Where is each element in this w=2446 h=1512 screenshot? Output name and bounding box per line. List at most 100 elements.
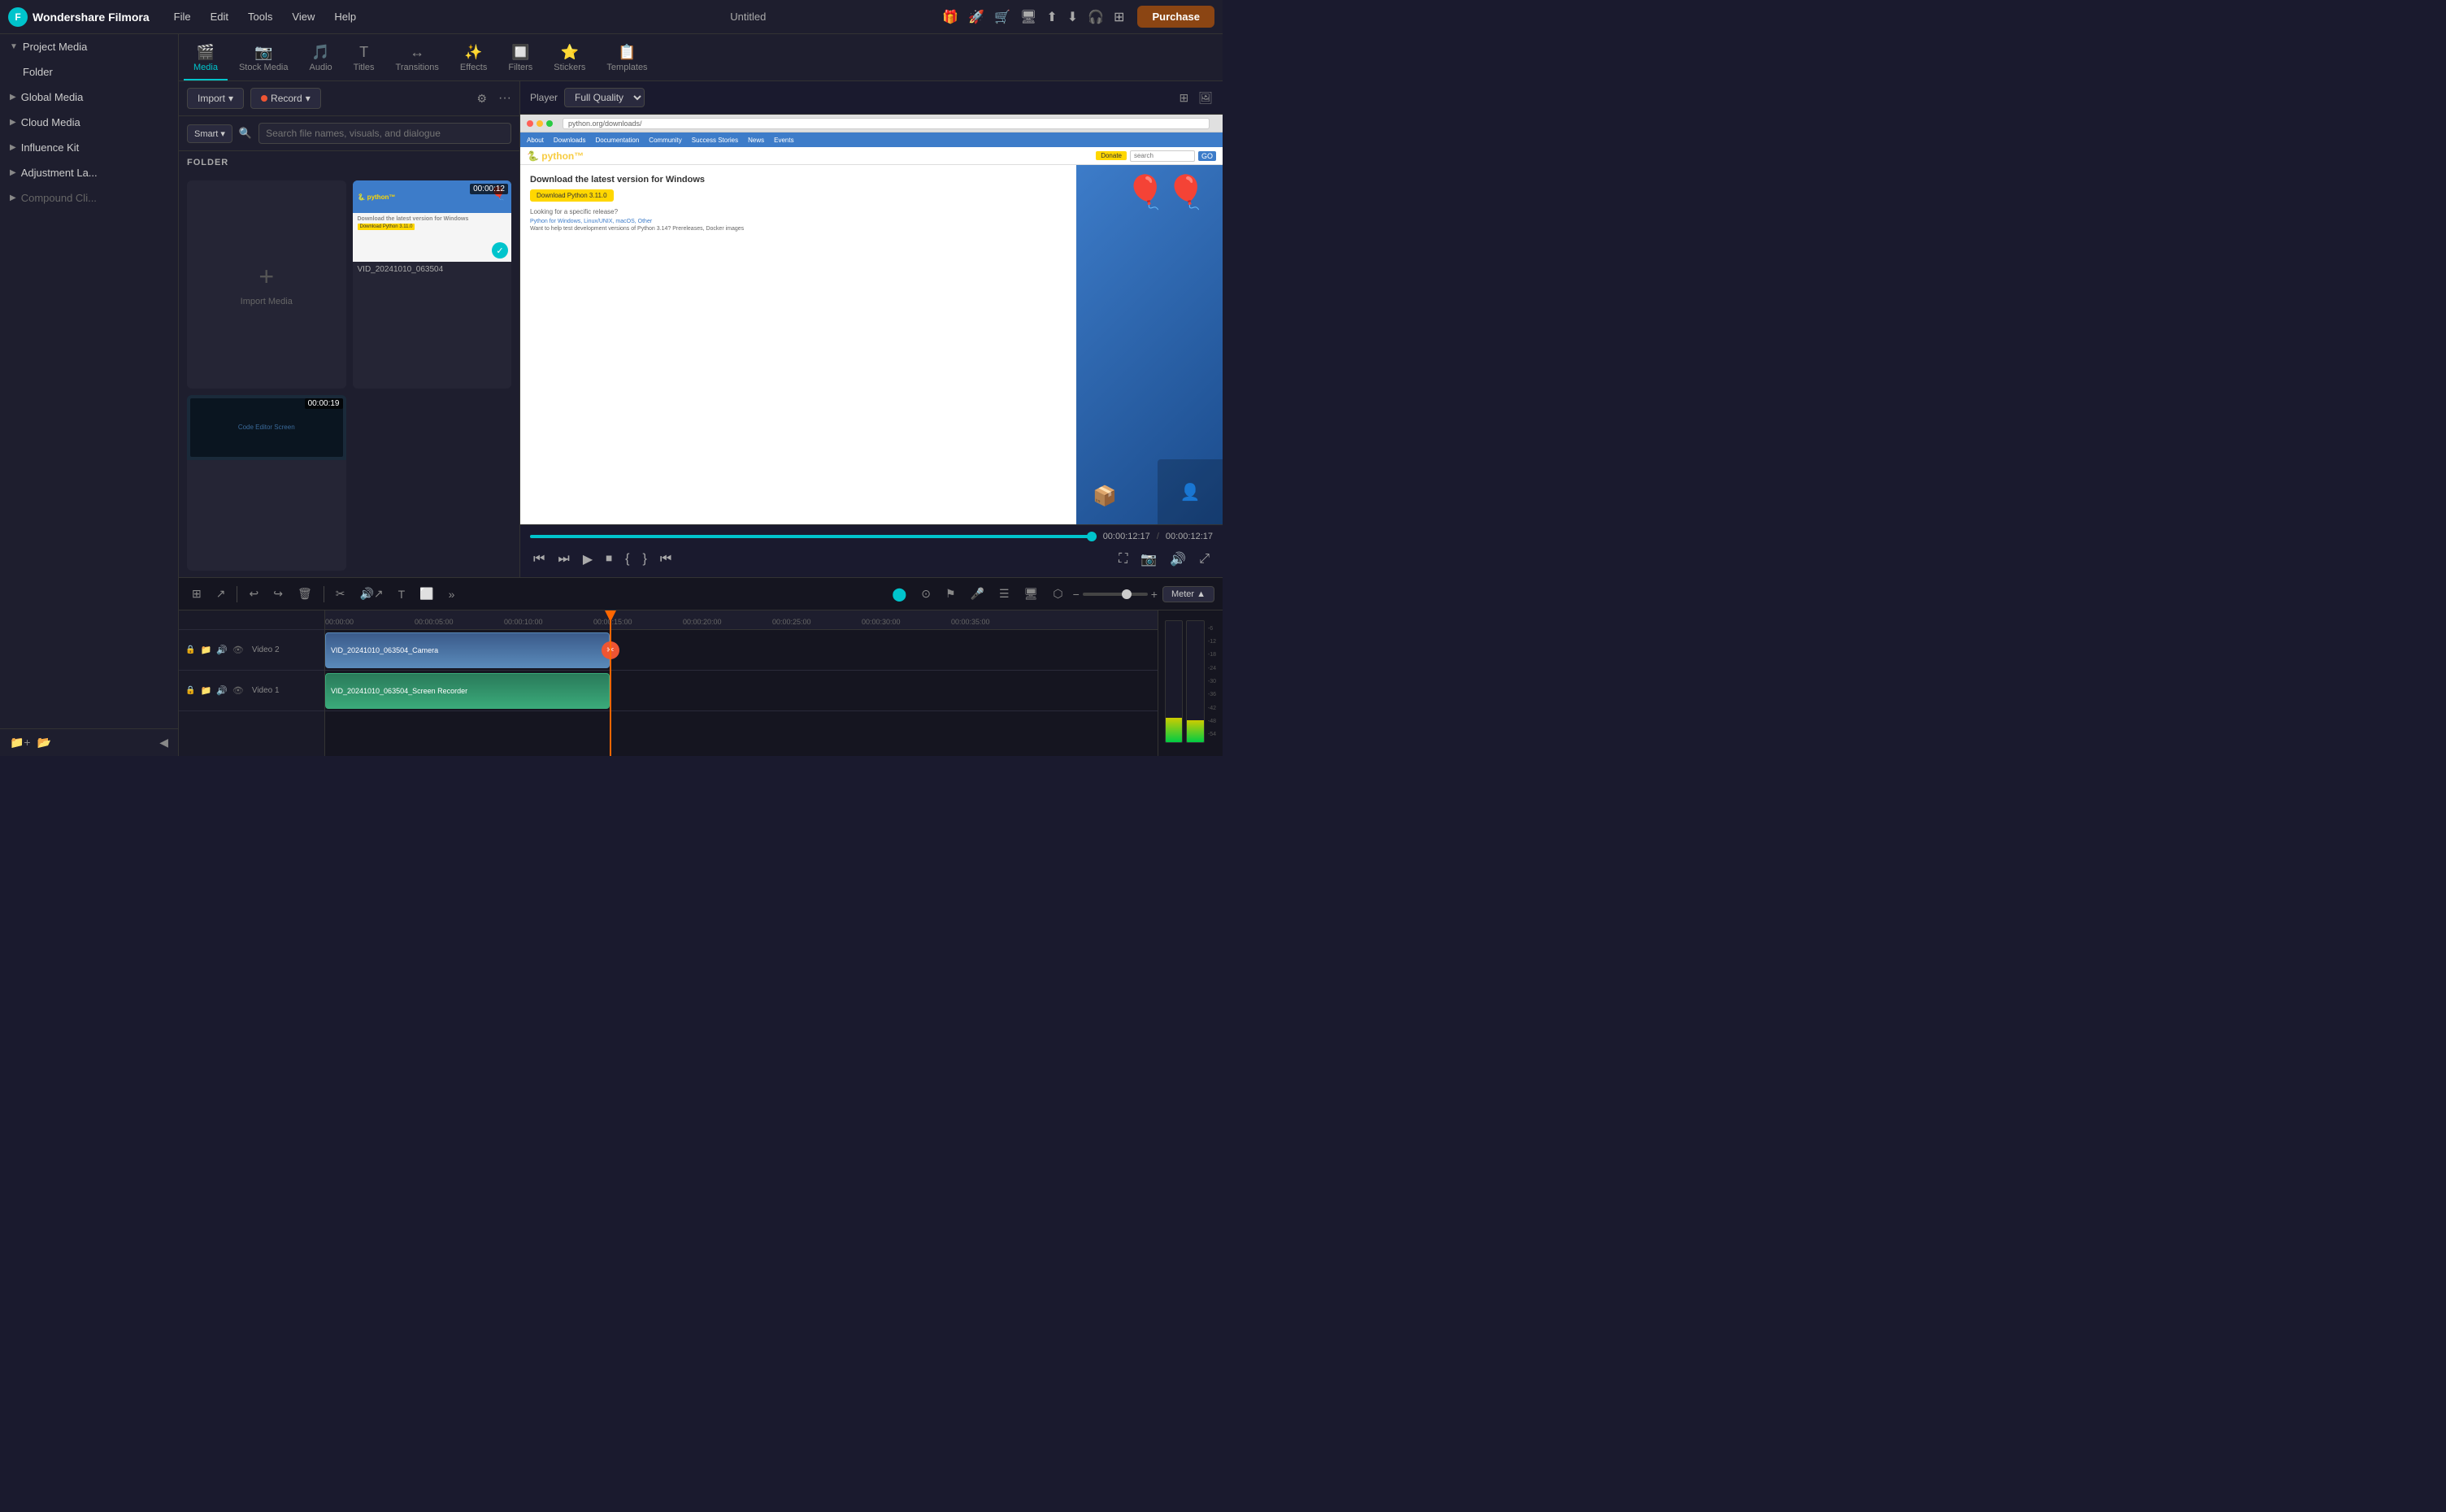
progress-track[interactable] [530, 535, 1097, 538]
tl-magnet-button[interactable]: ↗ [211, 584, 231, 603]
stop-button[interactable]: ⏹ [602, 549, 615, 570]
grid-icon[interactable]: ⊞ [1114, 9, 1124, 25]
track-folder-icon-1[interactable]: 📁 [200, 685, 211, 696]
video-clip-screen[interactable]: VID_20241010_063504_Screen Recorder [325, 673, 610, 709]
smart-button[interactable]: Smart ▾ [187, 124, 232, 143]
filter-icon[interactable]: ⚙ [476, 92, 487, 106]
donate-button[interactable]: Donate [1096, 151, 1127, 160]
prev-clip-button[interactable]: ⏮ [657, 549, 675, 570]
sidebar-item-folder[interactable]: Folder [0, 59, 178, 85]
sidebar-item-compound[interactable]: ▶ Compound Cli... [0, 185, 178, 211]
track-folder-icon-2[interactable]: 📁 [200, 645, 211, 655]
tl-add-track-button[interactable]: ⊞ [187, 584, 206, 603]
grid-preview-icon[interactable]: ⊞ [1179, 91, 1188, 105]
send-icon[interactable]: 🚀 [968, 9, 984, 25]
tab-effects[interactable]: ✨ Effects [450, 39, 497, 80]
tl-audio-detach-button[interactable]: 🔊↗ [354, 584, 388, 603]
tl-more-button[interactable]: » [444, 585, 460, 603]
zoom-thumb[interactable] [1122, 589, 1132, 599]
cart-icon[interactable]: 🛒 [994, 9, 1010, 25]
media-grid: + Import Media 🐍 python™ [179, 174, 519, 577]
resize-button[interactable]: ⤢ [1196, 549, 1213, 570]
folder-icon[interactable]: 📂 [37, 736, 51, 749]
tab-filters[interactable]: 🔲 Filters [498, 39, 542, 80]
fullscreen-button[interactable]: ⛶ [1115, 549, 1131, 570]
add-folder-icon[interactable]: 📁+ [10, 736, 31, 749]
scissors-icon[interactable]: ✂ [602, 641, 619, 659]
tl-undo-button[interactable]: ↩ [244, 584, 263, 603]
collapse-icon[interactable]: ◀ [159, 736, 168, 749]
menu-edit[interactable]: Edit [202, 7, 237, 26]
frame-back-button[interactable]: ⏭̶ [554, 549, 572, 570]
clip-label-camera: VID_20241010_063504_Camera [326, 645, 443, 656]
media-file-1[interactable]: 🐍 python™ Download the latest version fo… [353, 180, 512, 389]
tl-delete-button[interactable]: 🗑 [293, 584, 317, 603]
ruler-mark-0: 00:00:00 [325, 618, 354, 626]
tl-track-list-button[interactable]: ☰ [994, 584, 1014, 603]
import-button[interactable]: Import ▾ [187, 88, 244, 109]
download-icon[interactable]: ⬇ [1067, 9, 1078, 25]
mark-out-button[interactable]: } [639, 549, 650, 570]
zoom-slider[interactable] [1083, 593, 1148, 596]
quality-select[interactable]: Full Quality [564, 88, 645, 107]
upload-icon[interactable]: ⬆ [1046, 9, 1057, 25]
search-input[interactable] [259, 123, 511, 144]
tl-playhead-button[interactable]: ⬤ [887, 584, 911, 605]
sidebar-item-influence-kit[interactable]: ▶ Influence Kit [0, 135, 178, 160]
tab-stock-media[interactable]: 📷 Stock Media [229, 39, 298, 80]
zoom-out-button[interactable]: − [1073, 588, 1080, 601]
mark-in-button[interactable]: { [622, 549, 632, 570]
tab-stickers[interactable]: ⭐ Stickers [544, 39, 595, 80]
arrow-icon-influence: ▶ [10, 143, 16, 152]
monitor-icon[interactable]: 🖥 [1020, 9, 1036, 25]
import-media-item[interactable]: + Import Media [187, 180, 346, 389]
tl-screen-button[interactable]: 🖥 [1019, 584, 1044, 603]
tl-ripple-button[interactable]: ⊙ [916, 584, 936, 603]
tab-audio-label: Audio [310, 63, 332, 72]
record-button[interactable]: Record ▾ [250, 88, 321, 109]
tl-text-button[interactable]: T [393, 585, 411, 603]
media-file-2[interactable]: Code Editor Screen 00:00:19 [187, 395, 346, 571]
site-search-input[interactable] [1130, 150, 1195, 162]
purchase-button[interactable]: Purchase [1137, 6, 1214, 28]
tab-audio[interactable]: 🎵 Audio [300, 39, 342, 80]
track-eye-icon-2[interactable]: 👁 [232, 645, 244, 655]
more-options-icon[interactable]: ··· [498, 91, 511, 106]
track-eye-icon-1[interactable]: 👁 [232, 685, 244, 696]
tl-cut-button[interactable]: ✂ [331, 584, 350, 603]
headphone-icon[interactable]: 🎧 [1088, 9, 1104, 25]
menu-help[interactable]: Help [326, 7, 364, 26]
next-clip-button[interactable] [1102, 556, 1109, 563]
track-volume-icon-2[interactable]: 🔊 [216, 645, 228, 655]
track-volume-icon-1[interactable]: 🔊 [216, 685, 228, 696]
tab-media[interactable]: 🎬 Media [184, 39, 228, 80]
tab-templates[interactable]: 📋 Templates [597, 39, 657, 80]
tl-voiceover-button[interactable]: 🎤 [966, 584, 989, 603]
meter-button[interactable]: Meter ▲ [1162, 586, 1214, 602]
tab-titles[interactable]: T Titles [344, 39, 384, 80]
sidebar-item-global-media[interactable]: ▶ Global Media [0, 85, 178, 110]
tab-transitions[interactable]: ↔ Transitions [386, 39, 449, 80]
menu-view[interactable]: View [284, 7, 323, 26]
sidebar-item-cloud-media[interactable]: ▶ Cloud Media [0, 110, 178, 135]
arrow-icon-cloud: ▶ [10, 118, 16, 127]
tl-crop-button[interactable]: ⬜ [415, 584, 438, 603]
sidebar-item-project-media[interactable]: ▼ Project Media [0, 34, 178, 59]
track-row-video1: VID_20241010_063504_Screen Recorder [325, 671, 1158, 711]
snapshot-button[interactable]: 📷 [1137, 548, 1160, 571]
gift-icon[interactable]: 🎁 [942, 9, 958, 25]
menu-tools[interactable]: Tools [240, 7, 280, 26]
tl-insert-button[interactable]: ⬡ [1048, 584, 1067, 603]
progress-thumb[interactable] [1087, 532, 1097, 541]
download-python-button[interactable]: Download Python 3.11.0 [530, 189, 614, 202]
menu-file[interactable]: File [166, 7, 199, 26]
snapshot-icon[interactable]: 🖼 [1198, 91, 1213, 105]
play-button[interactable]: ▶ [580, 548, 596, 571]
tl-redo-button[interactable]: ↪ [268, 584, 288, 603]
go-start-button[interactable]: ⏮ [530, 549, 548, 570]
zoom-in-button[interactable]: + [1151, 588, 1158, 601]
volume-button[interactable]: 🔊 [1167, 548, 1189, 571]
sidebar-item-adjustment[interactable]: ▶ Adjustment La... [0, 160, 178, 185]
tl-marker-button[interactable]: ⚑ [941, 584, 961, 603]
video-clip-camera[interactable]: VID_20241010_063504_Camera [325, 632, 610, 668]
